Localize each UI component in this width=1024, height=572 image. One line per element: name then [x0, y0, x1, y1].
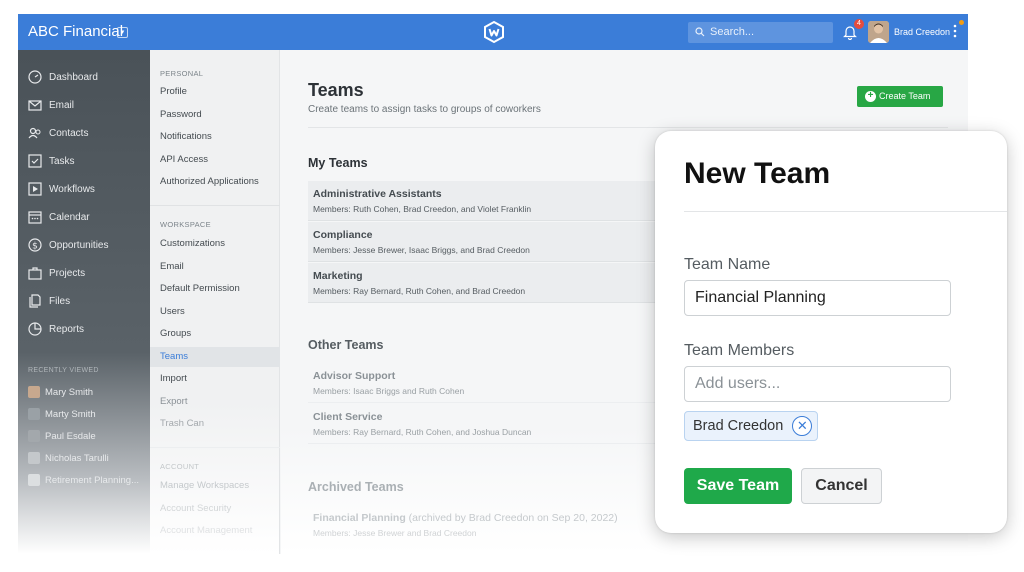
settings-item-api-access[interactable]: API Access	[150, 150, 280, 170]
settings-item-default-permission[interactable]: Default Permission	[150, 279, 280, 299]
sidebar-item-contacts[interactable]: Contacts	[28, 123, 88, 143]
divider	[150, 205, 280, 206]
my-teams-title: My Teams	[308, 156, 368, 170]
sidebar-item-opportunities[interactable]: $ Opportunities	[28, 235, 108, 255]
svg-text:$: $	[32, 242, 38, 252]
projects-icon	[28, 267, 42, 280]
settings-item-email[interactable]: Email	[150, 257, 280, 277]
reports-icon	[28, 322, 42, 336]
member-chip: Brad Creedon ✕	[684, 411, 819, 441]
divider	[150, 447, 280, 448]
settings-item-users[interactable]: Users	[150, 302, 280, 322]
settings-item-notifications[interactable]: Notifications	[150, 127, 280, 147]
settings-item-password[interactable]: Password	[150, 105, 280, 125]
remove-member-icon[interactable]: ✕	[792, 416, 813, 436]
cancel-button[interactable]: Cancel	[801, 468, 882, 504]
opportunities-icon: $	[28, 238, 42, 252]
recently-viewed-header: RECENTLY VIEWED	[28, 367, 99, 374]
recent-item[interactable]: Marty Smith	[28, 406, 96, 422]
sidebar-item-dashboard[interactable]: Dashboard	[28, 67, 98, 87]
notification-badge: 4	[854, 19, 864, 29]
contacts-icon	[28, 127, 41, 139]
create-team-button[interactable]: + Create Team	[857, 86, 943, 107]
team-name-field[interactable]	[684, 280, 951, 316]
more-options-icon[interactable]	[953, 24, 957, 38]
search-icon	[695, 27, 705, 37]
personal-header: PERSONAL	[160, 69, 204, 78]
user-icon	[28, 408, 40, 420]
user-icon	[28, 452, 40, 464]
files-icon	[29, 294, 41, 308]
settings-item-trash-can[interactable]: Trash Can	[150, 414, 280, 434]
divider	[684, 211, 1007, 212]
status-dot	[959, 20, 964, 25]
settings-item-account-management[interactable]: Account Management	[150, 521, 280, 541]
avatar[interactable]	[868, 21, 889, 43]
sidebar-item-projects[interactable]: Projects	[28, 263, 85, 283]
recent-item[interactable]: Nicholas Tarulli	[28, 450, 109, 466]
avatar	[28, 386, 40, 398]
settings-item-account-security[interactable]: Account Security	[150, 499, 280, 519]
calendar-icon	[28, 211, 42, 224]
main-sidebar: Dashboard Email Contacts Tasks Workflows…	[18, 50, 150, 554]
recent-item[interactable]: Paul Esdale	[28, 428, 96, 444]
settings-nav: PERSONAL Profile Password Notifications …	[150, 50, 280, 554]
workflows-icon	[28, 182, 42, 196]
top-bar: ABC Financial ▾ Search... 4 Brad Creedon	[18, 14, 968, 50]
tasks-icon	[28, 154, 42, 168]
project-icon	[28, 474, 40, 486]
team-name-label: Team Name	[684, 256, 771, 273]
divider	[308, 127, 948, 128]
settings-item-teams[interactable]: Teams	[150, 347, 280, 367]
user-name[interactable]: Brad Creedon	[894, 27, 950, 37]
search-placeholder: Search...	[710, 26, 755, 38]
dashboard-icon	[28, 70, 42, 84]
chevron-down-icon[interactable]: ▾	[117, 27, 128, 38]
settings-item-groups[interactable]: Groups	[150, 324, 280, 344]
new-team-modal: New Team Team Name Team Members Brad Cre…	[655, 131, 1007, 533]
sidebar-item-reports[interactable]: Reports	[28, 319, 84, 339]
settings-item-manage-workspaces[interactable]: Manage Workspaces	[150, 476, 280, 496]
sidebar-item-files[interactable]: Files	[28, 291, 70, 311]
settings-item-authorized-applications[interactable]: Authorized Applications	[150, 172, 280, 192]
sidebar-item-email[interactable]: Email	[28, 95, 74, 115]
recent-item[interactable]: Mary Smith	[28, 384, 93, 400]
search-input[interactable]: Search...	[688, 22, 833, 43]
workspace-name[interactable]: ABC Financial	[28, 23, 123, 40]
modal-title: New Team	[684, 157, 831, 190]
member-chip-label: Brad Creedon	[693, 418, 784, 434]
recent-item[interactable]: Retirement Planning...	[28, 472, 139, 488]
sidebar-item-calendar[interactable]: Calendar	[28, 207, 90, 227]
page-subtitle: Create teams to assign tasks to groups o…	[308, 104, 541, 115]
sidebar-item-workflows[interactable]: Workflows	[28, 179, 95, 199]
settings-item-export[interactable]: Export	[150, 392, 280, 412]
settings-item-customizations[interactable]: Customizations	[150, 234, 280, 254]
email-icon	[28, 100, 42, 111]
app-logo-icon[interactable]	[482, 20, 506, 44]
plus-icon: +	[865, 91, 876, 102]
workspace-header: WORKSPACE	[160, 220, 211, 229]
save-team-button[interactable]: Save Team	[684, 468, 792, 504]
avatar	[28, 430, 40, 442]
archived-teams-title: Archived Teams	[308, 480, 404, 494]
settings-item-profile[interactable]: Profile	[150, 82, 280, 102]
other-teams-title: Other Teams	[308, 338, 384, 352]
team-members-label: Team Members	[684, 342, 795, 359]
account-header: ACCOUNT	[160, 462, 200, 471]
page-title: Teams	[308, 80, 364, 100]
sidebar-item-tasks[interactable]: Tasks	[28, 151, 75, 171]
settings-item-import[interactable]: Import	[150, 369, 280, 389]
add-users-input[interactable]	[684, 366, 951, 402]
